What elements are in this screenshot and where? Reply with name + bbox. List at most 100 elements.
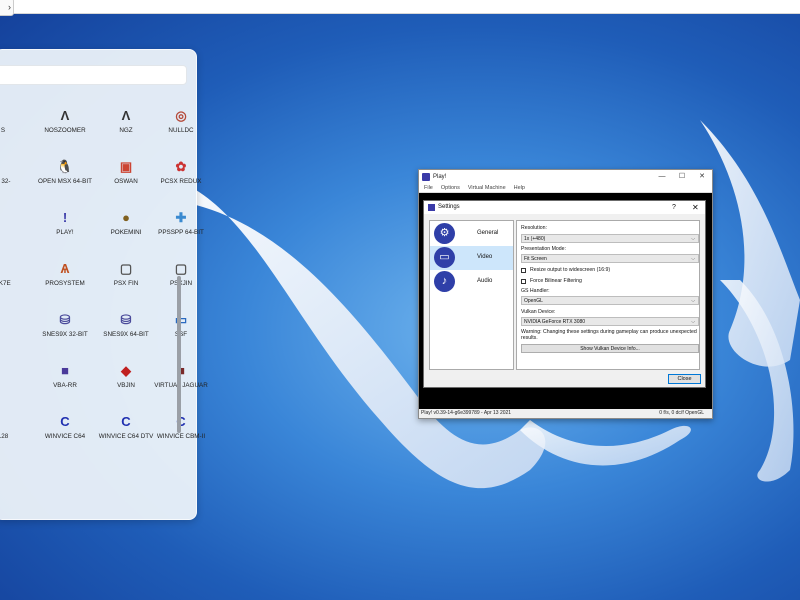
help-button[interactable]: ?: [672, 201, 676, 214]
app-label: SNES9X 64-BIT: [103, 331, 149, 338]
search-input[interactable]: [0, 65, 187, 85]
settings-app-icon: [428, 204, 435, 211]
app-icon: 🐧: [56, 158, 74, 174]
video-settings-pane: Resolution: 1x (+480) ⌵ Presentation Mod…: [516, 220, 700, 370]
app-tile[interactable]: ▢ PSXJIN: [151, 260, 211, 288]
app-tile[interactable]: ◆ VBJIN: [96, 362, 156, 390]
play-title-bar: Play! — ☐ ✕: [419, 170, 712, 183]
resize-widescreen-checkbox[interactable]: Resize output to widescreen (16:9): [521, 267, 610, 273]
section-audio[interactable]: ♪ Audio: [430, 270, 513, 294]
app-icon: ▣: [119, 158, 133, 174]
app-icon: [0, 209, 12, 226]
monitor-icon: ▭: [434, 247, 455, 268]
app-icon: ▢: [119, 260, 133, 276]
vulkan-device-select[interactable]: NVIDIA GeForce RTX 3080 ⌵: [521, 317, 699, 326]
app-icon: ■: [61, 362, 69, 378]
close-button[interactable]: Close: [668, 374, 701, 384]
app-label: 4K7E: [0, 280, 11, 287]
app-icon: ■: [173, 362, 190, 379]
checkbox-box: [521, 267, 526, 273]
maximize-button[interactable]: ☐: [672, 170, 692, 183]
app-tile[interactable]: [0, 209, 33, 229]
app-tile[interactable]: C WINVICE C64: [35, 413, 95, 441]
app-icon: Λ: [60, 107, 70, 123]
app-label: NOSZOOMER: [44, 127, 86, 134]
app-label: PSX FIN: [113, 280, 139, 287]
close-window-button[interactable]: ✕: [692, 170, 712, 183]
app-tile[interactable]: ✿ PCSX REDUX: [151, 158, 211, 186]
presentation-value: Fit Screen: [524, 256, 547, 262]
settings-title-bar: Settings ? ✕: [424, 201, 705, 214]
gs-handler-value: OpenGL: [524, 298, 543, 304]
app-tile[interactable]: Ѧ PROSYSTEM: [35, 260, 95, 288]
app-tile[interactable]: ▢ PSX FIN: [96, 260, 156, 288]
presentation-label: Presentation Mode:: [521, 246, 566, 252]
app-tile[interactable]: ● POKEMINI: [96, 209, 156, 237]
app-tile[interactable]: ◎ NULLDC: [151, 107, 211, 135]
app-tile[interactable]: ⛁ SNES9X 64-BIT: [96, 311, 156, 339]
app-tile[interactable]: ■ VIRTUAL JAGUAR: [151, 362, 211, 390]
app-label: PCSX REDUX: [160, 178, 202, 185]
app-tile[interactable]: 🐧 OPEN MSX 64-BIT: [35, 158, 95, 186]
play-menu-bar: File Options Virtual Machine Help: [419, 183, 712, 193]
app-icon: C: [173, 413, 190, 430]
app-icon: ◎: [175, 107, 187, 123]
menu-virtual-machine[interactable]: Virtual Machine: [468, 185, 506, 191]
gs-handler-select[interactable]: OpenGL ⌵: [521, 296, 699, 305]
play-window-title: Play!: [433, 173, 447, 180]
bilinear-filtering-checkbox[interactable]: Force Bilinear Filtering: [521, 278, 582, 284]
app-label: NULLDC: [168, 127, 194, 134]
section-audio-label: Audio: [477, 278, 493, 284]
app-launcher-panel: S Λ NOSZOOMER Λ NGZ ◎ NULLDC X 32- 🐧 OPEN MSX 64-…: [0, 49, 208, 520]
bilinear-filtering-label: Force Bilinear Filtering: [530, 278, 582, 284]
play-status-bar: Play! v0.39-14-g6e399789 - Apr 13 2021 0…: [419, 409, 712, 418]
app-tile[interactable]: ▭ SSF: [151, 311, 211, 339]
app-tile[interactable]: ! PLAY!: [35, 209, 95, 237]
resolution-select[interactable]: 1x (+480) ⌵: [521, 234, 699, 243]
app-label: NGZ: [119, 127, 133, 134]
menu-help[interactable]: Help: [514, 185, 525, 191]
app-icon: ⛁: [120, 311, 132, 327]
app-tile[interactable]: [0, 311, 33, 331]
app-tile[interactable]: Λ NOSZOOMER: [35, 107, 95, 135]
app-label: WINVICE C64 DTV: [98, 433, 154, 440]
minimize-button[interactable]: —: [652, 170, 672, 183]
section-general[interactable]: ⚙ General: [430, 222, 513, 246]
app-tile[interactable]: ⛁ SNES9X 32-BIT: [35, 311, 95, 339]
app-label: VBJIN: [117, 382, 135, 389]
app-tile[interactable]: C WINVICE CBM-II: [151, 413, 211, 441]
app-tile[interactable]: C WINVICE C64 DTV: [96, 413, 156, 441]
section-video[interactable]: ▭ Video: [430, 246, 513, 270]
app-label: PPSSPP 64-BIT: [158, 229, 204, 236]
app-tile[interactable]: ✚ PPSSPP 64-BIT: [151, 209, 211, 237]
app-icon: ⛁: [59, 311, 71, 327]
app-label: S: [0, 127, 6, 134]
chevron-down-icon: ⌵: [691, 256, 695, 262]
app-tile[interactable]: ■ VBA-RR: [35, 362, 95, 390]
app-icon: [0, 158, 12, 175]
settings-close-icon[interactable]: ✕: [692, 201, 699, 214]
launcher-scrollbar[interactable]: [177, 276, 181, 433]
app-tile[interactable]: 128: [0, 413, 33, 441]
app-icon: ▭: [173, 311, 190, 328]
app-tile[interactable]: X 32-: [0, 158, 33, 186]
show-vulkan-info-button[interactable]: Show Vulkan Device Info...: [521, 344, 699, 353]
app-tile[interactable]: ▣ OSWAN: [96, 158, 156, 186]
app-tile[interactable]: S: [0, 107, 33, 135]
app-tile[interactable]: 4K7E: [0, 260, 33, 288]
presentation-select[interactable]: Fit Screen ⌵: [521, 254, 699, 263]
resolution-label: Resolution:: [521, 225, 547, 231]
app-icon: ●: [122, 209, 130, 225]
settings-dialog: Settings ? ✕ ⚙ General ▭ Video ♪ Audio R…: [423, 200, 706, 388]
app-icon: ✿: [175, 158, 187, 174]
app-tile[interactable]: [0, 362, 33, 382]
app-label: PLAY!: [56, 229, 74, 236]
app-label: OSWAN: [114, 178, 138, 185]
app-label: PSXJIN: [151, 280, 211, 288]
chevron-down-icon: ⌵: [691, 236, 695, 242]
menu-options[interactable]: Options: [441, 185, 460, 191]
menu-file[interactable]: File: [424, 185, 433, 191]
app-label: PROSYSTEM: [45, 280, 85, 287]
app-tile[interactable]: Λ NGZ: [96, 107, 156, 135]
app-icon: [0, 311, 12, 328]
